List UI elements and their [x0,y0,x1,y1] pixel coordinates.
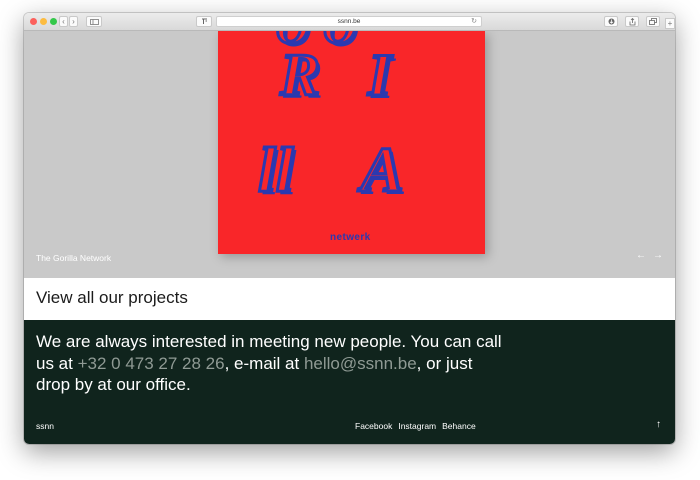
chevron-right-icon: › [72,16,75,26]
previous-slide-button[interactable]: ← [636,251,646,261]
download-icon [608,18,614,25]
forward-button[interactable]: › [69,16,78,27]
project-slideshow: OO R I ll A netwerk The Gorilla Network … [24,31,675,278]
poster-letters-ll: ll [257,133,296,207]
plus-icon: + [667,18,673,28]
browser-toolbar: ‹ › ssnn.be ↻ + [24,13,675,31]
next-slide-button[interactable]: → [653,251,663,261]
extension-icon [201,18,207,24]
minimize-window-button[interactable] [40,18,47,25]
instagram-link[interactable]: Instagram [398,421,436,431]
poster-word: netwerk [330,232,371,243]
back-button[interactable]: ‹ [59,16,68,27]
share-icon [629,17,635,25]
brand-link[interactable]: ssnn [36,421,54,431]
reload-icon[interactable]: ↻ [471,17,477,26]
url-text: ssnn.be [337,18,361,25]
sidebar-button[interactable] [86,16,102,27]
contact-paragraph: We are always interested in meeting new … [36,331,506,396]
poster-letter-i: I [366,41,392,110]
view-all-projects-link[interactable]: View all our projects [36,288,188,308]
arrow-up-icon: ↑ [656,419,661,430]
social-links: Facebook Instagram Behance [355,421,482,431]
email-link[interactable]: hello@ssnn.be [304,354,417,373]
extension-button[interactable] [196,16,212,27]
poster-letter-r: R [278,41,321,110]
tabs-icon [649,18,657,25]
browser-window: ‹ › ssnn.be ↻ + R I ll A netwerk The Gor… [24,13,675,444]
tabs-button[interactable] [646,16,660,27]
facebook-link[interactable]: Facebook [355,421,392,431]
project-poster-image[interactable]: OO R I ll A netwerk [218,31,485,254]
chevron-left-icon: ‹ [62,16,65,26]
downloads-button[interactable] [604,16,618,27]
address-bar[interactable]: ssnn.be ↻ [216,16,482,27]
phone-link[interactable]: +32 0 473 27 28 26 [78,354,225,373]
arrow-left-icon: ← [636,250,646,261]
projects-band: View all our projects [24,278,675,320]
behance-link[interactable]: Behance [442,421,476,431]
contact-footer: We are always interested in meeting new … [24,320,675,444]
zoom-window-button[interactable] [50,18,57,25]
project-caption[interactable]: The Gorilla Network [36,253,111,263]
contact-text-2: , e-mail at [224,353,304,373]
share-button[interactable] [625,16,639,27]
arrow-right-icon: → [653,250,663,261]
back-to-top-button[interactable]: ↑ [656,419,661,430]
poster-letter-a: A [360,133,406,207]
close-window-button[interactable] [30,18,37,25]
new-tab-button[interactable]: + [665,18,675,29]
sidebar-icon [89,18,99,25]
